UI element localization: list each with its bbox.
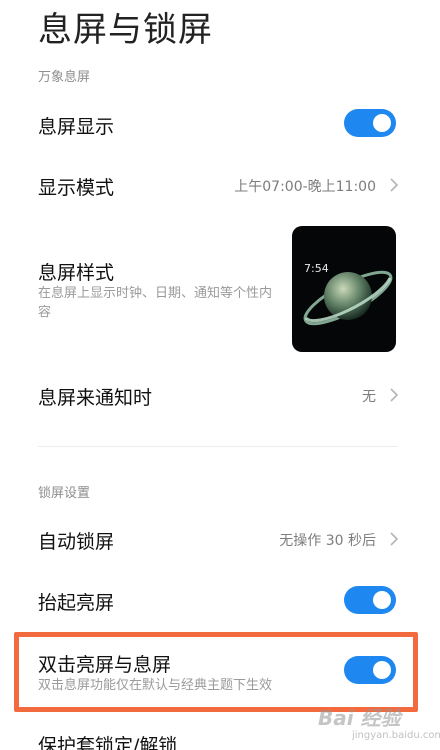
toggle-knob: [373, 591, 391, 609]
raise-to-wake-row[interactable]: 抬起亮屏: [0, 576, 440, 624]
raise-to-wake-label: 抬起亮屏: [38, 592, 115, 614]
on-notification-value: 无: [362, 389, 376, 405]
aod-style-preview[interactable]: 7:54: [292, 226, 396, 352]
chevron-right-icon: [386, 177, 402, 193]
cover-lock-label: 保护套锁定/解锁: [38, 735, 178, 750]
auto-lock-value: 无操作 30 秒后: [279, 533, 376, 549]
watermark-url: jingyan.baidu.com: [352, 730, 440, 741]
display-mode-label: 显示模式: [38, 177, 115, 199]
section-title-always-on: 万象息屏: [38, 70, 91, 85]
auto-lock-row[interactable]: 自动锁屏 无操作 30 秒后: [0, 516, 440, 564]
saturn-wallpaper-icon: [303, 270, 393, 326]
highlight-box: [14, 632, 418, 712]
section-divider: [38, 446, 398, 447]
preview-time: 7:54: [304, 262, 329, 275]
aod-display-label: 息屏显示: [38, 116, 115, 138]
page-title: 息屏与锁屏: [38, 10, 213, 50]
aod-display-toggle[interactable]: [344, 109, 396, 137]
on-notification-label: 息屏来通知时: [38, 387, 153, 409]
toggle-knob: [373, 114, 391, 132]
chevron-right-icon: [386, 387, 402, 403]
raise-to-wake-toggle[interactable]: [344, 586, 396, 614]
aod-display-row[interactable]: 息屏显示: [0, 100, 440, 148]
display-mode-value: 上午07:00-晚上11:00: [234, 179, 376, 195]
aod-style-label: 息屏样式: [38, 262, 115, 284]
watermark-logo: Bai 经验: [318, 706, 401, 730]
aod-style-description: 在息屏上显示时钟、日期、通知等个性内容: [38, 286, 273, 320]
on-notification-row[interactable]: 息屏来通知时 无: [0, 372, 440, 420]
chevron-right-icon: [386, 531, 402, 547]
section-title-lock: 锁屏设置: [38, 486, 91, 501]
display-mode-row[interactable]: 显示模式 上午07:00-晚上11:00: [0, 162, 440, 210]
auto-lock-label: 自动锁屏: [38, 531, 115, 553]
